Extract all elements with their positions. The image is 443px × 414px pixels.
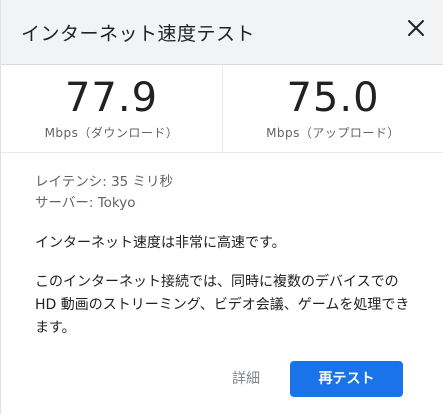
speed-test-dialog: インターネット速度テスト 77.9 Mbps（ダウンロード） 75.0 Mbps… [0, 0, 443, 414]
speed-results: 77.9 Mbps（ダウンロード） 75.0 Mbps（アップロード） [1, 65, 443, 153]
retest-button[interactable]: 再テスト [290, 361, 403, 397]
speed-summary-text: インターネット速度は非常に高速です。 [35, 235, 286, 251]
download-result: 77.9 Mbps（ダウンロード） [1, 65, 222, 152]
connection-info: レイテンシ: 35 ミリ秒 サーバー: Tokyo [35, 172, 173, 214]
upload-value: 75.0 [286, 75, 380, 121]
upload-result: 75.0 Mbps（アップロード） [222, 65, 443, 152]
upload-unit: Mbps（アップロード） [266, 126, 400, 140]
close-button[interactable] [404, 16, 428, 40]
latency-text: レイテンシ: 35 ミリ秒 [35, 174, 174, 190]
capability-text: このインターネット接続では、同時に複数のデバイスでの HD 動画のストリーミング… [35, 274, 410, 336]
close-icon [408, 20, 424, 36]
details-button[interactable]: 詳細 [223, 362, 269, 396]
dialog-header: インターネット速度テスト [1, 0, 443, 65]
download-value: 77.9 [64, 75, 159, 121]
server-text: サーバー: Tokyo [35, 195, 136, 211]
download-unit: Mbps（ダウンロード） [44, 126, 179, 140]
dialog-title: インターネット速度テスト [21, 23, 256, 45]
